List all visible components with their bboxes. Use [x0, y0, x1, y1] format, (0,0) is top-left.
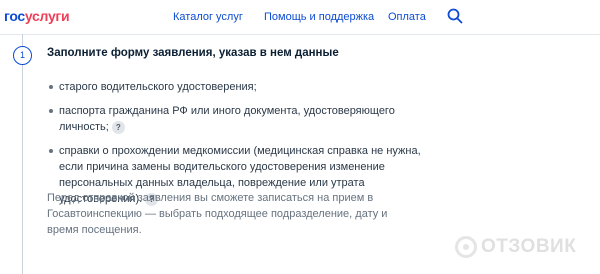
nav-payment-link[interactable]: Оплата	[388, 11, 426, 23]
nav-help-link[interactable]: Помощь и поддержка	[264, 11, 374, 23]
list-item: паспорта гражданина РФ или иного докумен…	[47, 103, 447, 135]
watermark-text: ОТЗОВИК	[481, 236, 577, 257]
list-item-text: старого водительского удостоверения;	[59, 81, 257, 93]
otzovik-watermark: ОТЗОВИК	[455, 232, 576, 262]
nav-catalog-link[interactable]: Каталог услуг	[173, 11, 243, 23]
search-icon[interactable]	[446, 7, 464, 25]
logo-part-gos: гос	[4, 8, 25, 24]
gosuslugi-logo[interactable]: госуслуги	[4, 8, 70, 24]
appointment-note: Перед отправкой заявления вы сможете зап…	[47, 192, 388, 236]
step-title: Заполните форму заявления, указав в нем …	[47, 47, 339, 59]
step-line	[22, 34, 23, 274]
logo-part-uslugi: услуги	[24, 8, 70, 24]
list-item: старого водительского удостоверения;	[47, 79, 447, 95]
help-question-icon[interactable]: ?	[111, 120, 125, 134]
list-item-text: паспорта гражданина РФ или иного докумен…	[59, 105, 395, 133]
step-number-badge: 1	[13, 46, 32, 65]
otzovik-logo-icon	[455, 236, 477, 258]
header: госуслуги Каталог услуг Помощь и поддерж…	[0, 0, 600, 35]
